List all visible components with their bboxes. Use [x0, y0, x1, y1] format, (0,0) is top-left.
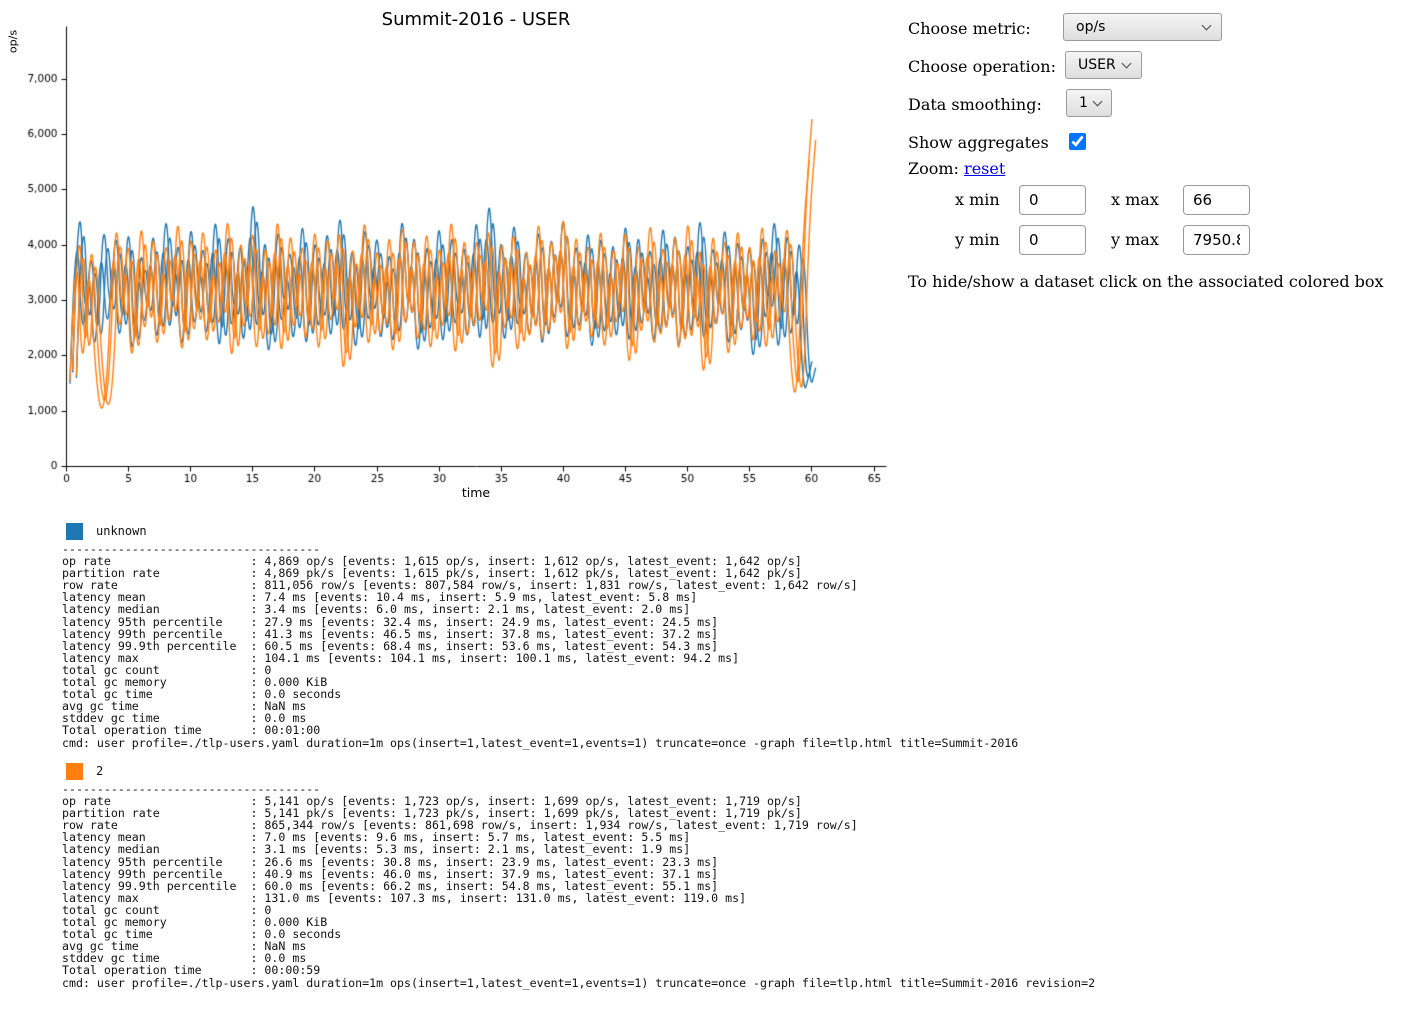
y-axis-label: op/s [7, 22, 20, 62]
smoothing-select-value: 1 [1067, 95, 1088, 111]
xmin-input[interactable] [1019, 185, 1086, 215]
smoothing-select[interactable]: 1 [1066, 89, 1112, 117]
chart-region: Summit-2016 - USER op/s time [0, 0, 895, 505]
legend-row: unknown [62, 521, 1402, 541]
dataset-section-unknown: unknown --------------------------------… [62, 521, 1402, 749]
stats-text: ------------------------------------- op… [62, 543, 1402, 749]
page-root: Summit-2016 - USER op/s time Choose metr… [0, 0, 1410, 1016]
legend-label: unknown [96, 524, 147, 538]
aggregates-label: Show aggregates [908, 133, 1049, 152]
xmax-input[interactable] [1183, 185, 1250, 215]
dataset-section-2: 2 ------------------------------------- … [62, 761, 1402, 989]
legend-row: 2 [62, 761, 1402, 781]
metric-select-value: op/s [1064, 19, 1197, 35]
show-aggregates-checkbox[interactable] [1069, 133, 1086, 150]
chevron-down-icon [1122, 59, 1132, 69]
ymax-input[interactable] [1183, 225, 1250, 255]
xmax-label: x max [1111, 190, 1159, 209]
legend-swatch[interactable] [66, 523, 83, 540]
x-axis-label: time [66, 485, 886, 500]
operation-select[interactable]: USER [1065, 51, 1142, 79]
ymax-label: y max [1111, 230, 1159, 249]
zoom-reset-link[interactable]: reset [964, 159, 1005, 178]
controls-panel: Choose metric: op/s Choose operation: US… [908, 8, 1410, 308]
stats-text: ------------------------------------- op… [62, 783, 1402, 989]
ymin-label: y min [955, 230, 1000, 249]
smoothing-label: Data smoothing: [908, 95, 1042, 114]
metric-label: Choose metric: [908, 19, 1031, 38]
chart-canvas[interactable] [0, 0, 895, 505]
metric-select[interactable]: op/s [1063, 13, 1222, 41]
chart-title: Summit-2016 - USER [66, 9, 886, 30]
legend-swatch[interactable] [66, 763, 83, 780]
chevron-down-icon [1092, 97, 1102, 107]
legend-hint-text: To hide/show a dataset click on the asso… [908, 272, 1384, 291]
operation-select-value: USER [1066, 57, 1117, 73]
operation-label: Choose operation: [908, 57, 1056, 76]
ymin-input[interactable] [1019, 225, 1086, 255]
xmin-label: x min [955, 190, 1000, 209]
chevron-down-icon [1202, 21, 1212, 31]
legend-label: 2 [96, 764, 103, 778]
zoom-label: Zoom: reset [908, 159, 1005, 178]
